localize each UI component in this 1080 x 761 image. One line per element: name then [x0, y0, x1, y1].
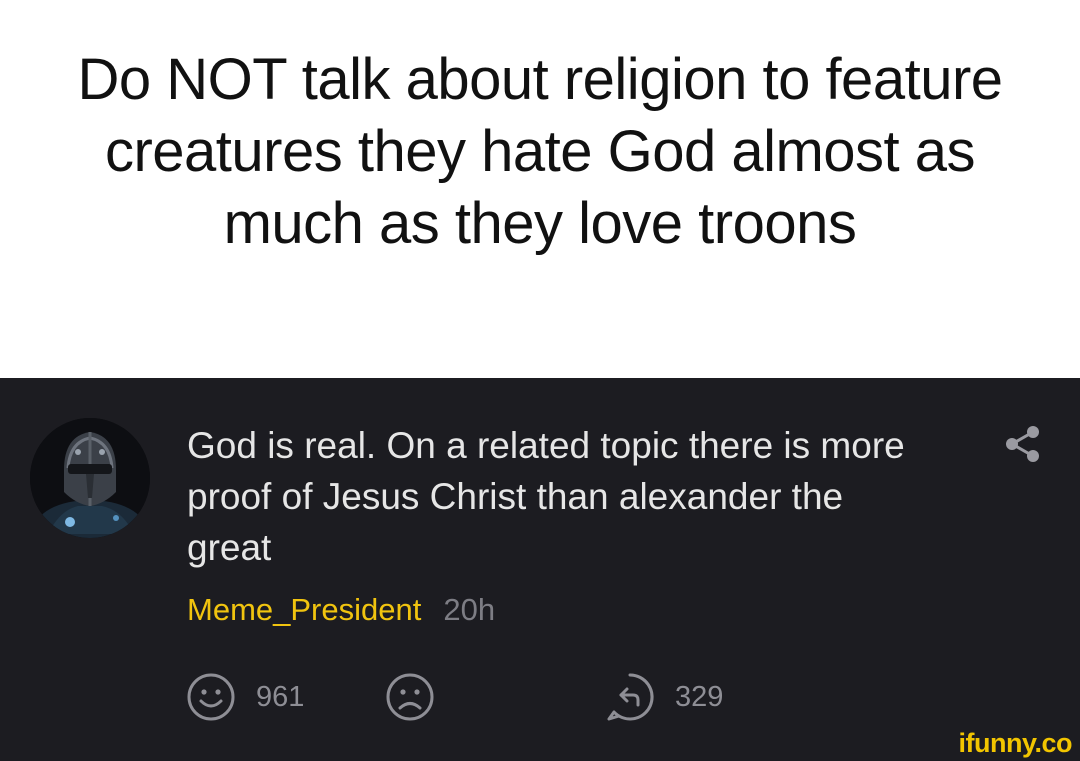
caption-area: Do NOT talk about religion to feature cr…	[0, 0, 1080, 378]
meme-page: Do NOT talk about religion to feature cr…	[0, 0, 1080, 761]
smile-count: 961	[256, 680, 305, 713]
username-link[interactable]: Meme_President	[187, 592, 421, 627]
comment-meta: Meme_President 20h	[187, 590, 495, 630]
avatar[interactable]	[30, 418, 150, 538]
frown-icon	[386, 673, 434, 721]
smile-icon	[187, 673, 235, 721]
reply-icon	[607, 673, 654, 721]
caption-text: Do NOT talk about religion to feature cr…	[77, 47, 1003, 256]
share-icon	[1006, 426, 1039, 462]
helmeted-warrior-avatar-icon	[30, 418, 150, 538]
ifunny-watermark: ifunny.co	[958, 728, 1073, 758]
frown-button[interactable]	[385, 672, 435, 722]
comment-text: God is real. On a related topic there is…	[187, 425, 905, 568]
reply-button[interactable]: 329	[605, 672, 723, 722]
comment-card: God is real. On a related topic there is…	[0, 378, 1080, 761]
reply-count: 329	[675, 680, 724, 713]
share-button[interactable]	[1000, 422, 1044, 466]
timestamp: 20h	[443, 592, 496, 627]
smile-button[interactable]: 961	[186, 672, 304, 722]
